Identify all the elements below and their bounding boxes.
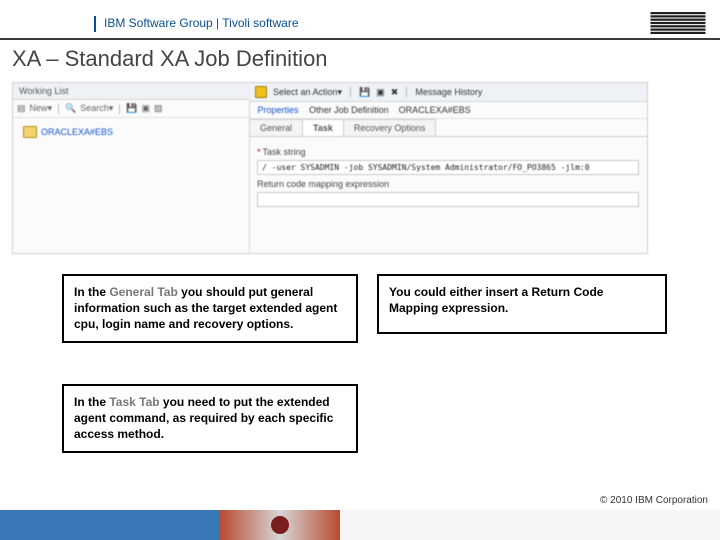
- save-icon[interactable]: 💾: [126, 103, 137, 114]
- crumb-properties[interactable]: Properties: [258, 105, 299, 115]
- tabs: General Task Recovery Options: [249, 119, 647, 137]
- breadcrumb: Properties Other Job Definition ORACLEXA…: [249, 102, 647, 119]
- message-history-link[interactable]: Message History: [415, 87, 482, 97]
- save-icon[interactable]: 💾: [359, 87, 370, 98]
- left-toolbar: ▤ New▾ 🔍 Search▾ 💾 ▣ ▧: [13, 100, 249, 118]
- crumb-other-def: Other Job Definition: [309, 105, 389, 115]
- callout-return-code: You could either insert a Return Code Ma…: [377, 274, 667, 334]
- app-screenshot: Working List ▤ New▾ 🔍 Search▾ 💾 ▣ ▧ ORAC…: [12, 82, 648, 254]
- header-accent: [94, 16, 96, 32]
- tab-recovery[interactable]: Recovery Options: [343, 119, 437, 136]
- footer-images: [220, 510, 340, 540]
- task-form: *Task string / -user SYSADMIN -job SYSAD…: [249, 137, 647, 213]
- slide-title: XA – Standard XA Job Definition: [12, 46, 328, 72]
- footer: © 2010 IBM Corporation: [0, 510, 720, 540]
- footer-strip: [0, 510, 720, 540]
- header-divider: [0, 38, 720, 40]
- flag-icon: [255, 86, 267, 98]
- copyright-text: © 2010 IBM Corporation: [600, 495, 708, 506]
- toolbar-icon[interactable]: ✖: [391, 87, 399, 98]
- toolbar-separator: [58, 104, 59, 114]
- folder-icon: [23, 126, 37, 138]
- return-code-input[interactable]: [257, 192, 639, 207]
- header-bar: IBM Software Group | Tivoli software: [0, 16, 720, 38]
- document-icon[interactable]: ▤: [17, 103, 26, 114]
- tree-view: ORACLEXA#EBS: [13, 118, 249, 146]
- search-button[interactable]: Search▾: [80, 103, 113, 114]
- tree-node-label: ORACLEXA#EBS: [41, 127, 113, 137]
- toolbar-icon[interactable]: ▣: [142, 103, 151, 114]
- app-left-panel: Working List ▤ New▾ 🔍 Search▾ 💾 ▣ ▧ ORAC…: [13, 83, 250, 253]
- crumb-current: ORACLEXA#EBS: [399, 105, 471, 115]
- toolbar-separator: [406, 87, 407, 97]
- toolbar-separator: [350, 87, 351, 97]
- ibm-logo: [650, 12, 706, 39]
- footer-dot-icon: [271, 516, 289, 534]
- toolbar-icon[interactable]: ▧: [154, 103, 163, 114]
- task-string-label: *Task string: [257, 147, 639, 157]
- return-code-label: Return code mapping expression: [257, 179, 639, 189]
- select-action-menu[interactable]: Select an Action▾: [273, 87, 342, 98]
- header-group-text: IBM Software Group | Tivoli software: [104, 16, 299, 30]
- callout-general-tab: In the General Tab you should put genera…: [62, 274, 358, 343]
- toolbar-icon[interactable]: ▣: [376, 87, 385, 98]
- footer-rest: [340, 510, 720, 540]
- callout-task-tab: In the Task Tab you need to put the exte…: [62, 384, 358, 453]
- search-icon[interactable]: 🔍: [65, 103, 76, 114]
- tree-node-oraclexa[interactable]: ORACLEXA#EBS: [19, 124, 243, 140]
- app-right-panel: Select an Action▾ 💾 ▣ ✖ Message History …: [249, 83, 647, 253]
- toolbar-separator: [119, 104, 120, 114]
- task-string-input[interactable]: / -user SYSADMIN -job SYSADMIN/System Ad…: [257, 160, 639, 175]
- footer-band: [0, 510, 220, 540]
- new-button[interactable]: New▾: [30, 103, 53, 114]
- right-toolbar: Select an Action▾ 💾 ▣ ✖ Message History: [249, 83, 647, 102]
- tab-task[interactable]: Task: [302, 119, 344, 136]
- tab-general[interactable]: General: [249, 119, 303, 136]
- working-list-header: Working List: [13, 83, 249, 100]
